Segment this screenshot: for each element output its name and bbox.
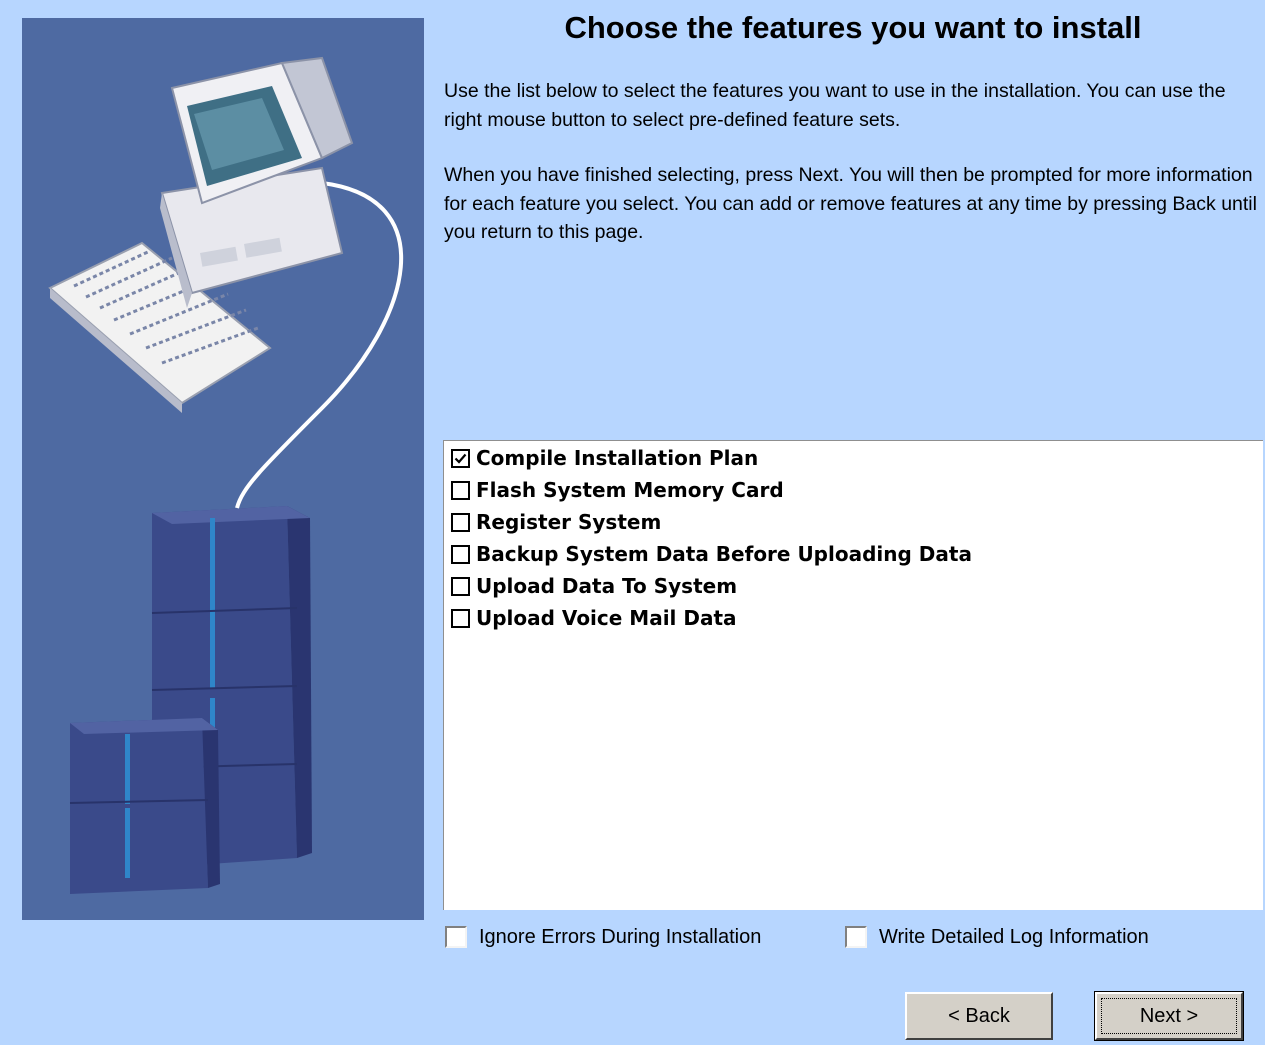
next-button[interactable]: Next > bbox=[1094, 991, 1244, 1041]
feature-flash-system-memory-card[interactable]: Flash System Memory Card bbox=[451, 476, 784, 504]
checkbox-icon[interactable] bbox=[451, 480, 470, 500]
feature-upload-data-to-system[interactable]: Upload Data To System bbox=[451, 572, 737, 600]
feature-label: Upload Voice Mail Data bbox=[476, 606, 737, 630]
checkbox-icon[interactable] bbox=[451, 512, 470, 532]
detailed-log-label: Write Detailed Log Information bbox=[879, 925, 1149, 948]
feature-label: Flash System Memory Card bbox=[476, 478, 784, 502]
feature-label: Upload Data To System bbox=[476, 574, 738, 598]
ignore-errors-checkbox[interactable] bbox=[445, 926, 467, 948]
feature-label: Backup System Data Before Uploading Data bbox=[476, 542, 972, 566]
feature-compile-installation-plan[interactable]: Compile Installation Plan bbox=[451, 444, 758, 472]
back-button[interactable]: < Back bbox=[905, 992, 1053, 1040]
instructions-paragraph-2: When you have finished selecting, press … bbox=[444, 164, 1257, 243]
checkbox-icon[interactable] bbox=[451, 576, 470, 596]
detailed-log-checkbox[interactable] bbox=[845, 926, 867, 948]
back-button-label: < Back bbox=[948, 1004, 1010, 1027]
feature-backup-system-data[interactable]: Backup System Data Before Uploading Data bbox=[451, 540, 972, 568]
checkbox-icon[interactable] bbox=[451, 608, 470, 628]
computer-and-server-image bbox=[48, 56, 404, 894]
checkbox-icon[interactable] bbox=[451, 544, 470, 564]
wizard-illustration bbox=[22, 18, 424, 920]
instructions-paragraph-1: Use the list below to select the feature… bbox=[444, 80, 1226, 131]
checkbox-checked-icon[interactable] bbox=[451, 448, 470, 468]
feature-label: Register System bbox=[476, 510, 662, 534]
feature-register-system[interactable]: Register System bbox=[451, 508, 661, 536]
feature-list[interactable]: Compile Installation Plan Flash System M… bbox=[443, 440, 1263, 910]
next-button-label: Next > bbox=[1139, 1004, 1199, 1027]
detailed-log-option[interactable]: Write Detailed Log Information bbox=[845, 924, 1149, 950]
ignore-errors-option[interactable]: Ignore Errors During Installation bbox=[445, 924, 761, 950]
feature-label: Compile Installation Plan bbox=[476, 446, 759, 470]
feature-upload-voice-mail-data[interactable]: Upload Voice Mail Data bbox=[451, 604, 737, 632]
page-title: Choose the features you want to install bbox=[564, 10, 1142, 45]
ignore-errors-label: Ignore Errors During Installation bbox=[479, 925, 762, 948]
